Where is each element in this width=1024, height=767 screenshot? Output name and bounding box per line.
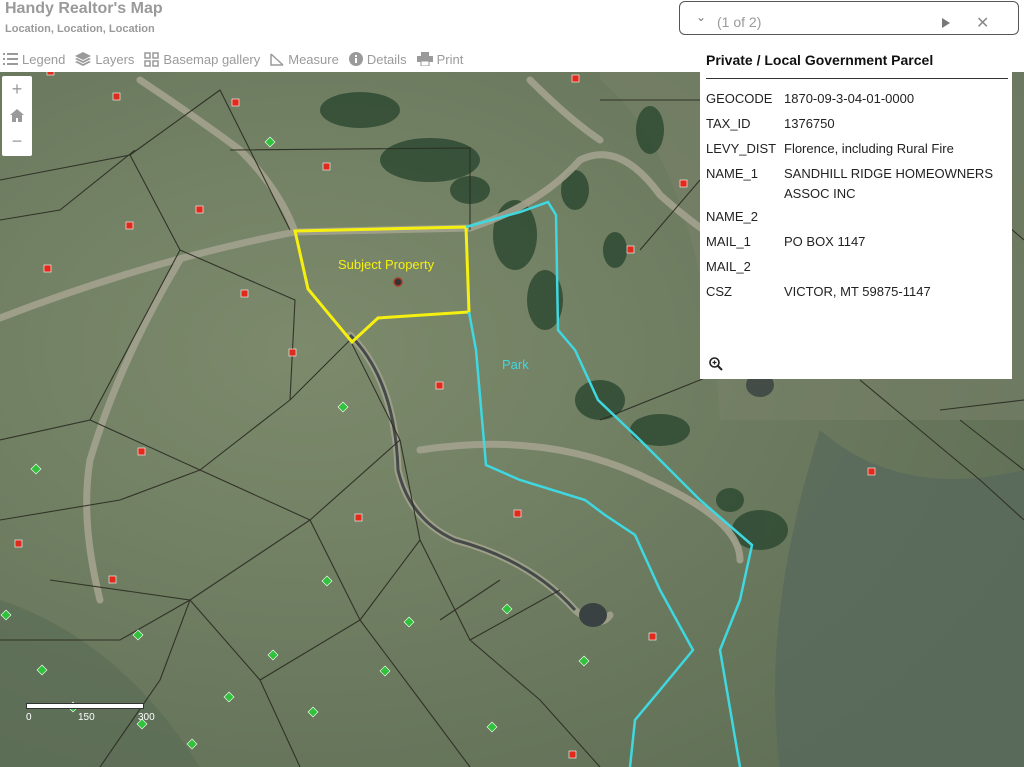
details-label: Details — [366, 51, 407, 67]
zoom-to-button[interactable] — [709, 357, 723, 376]
popup-title: Private / Local Government Parcel — [706, 35, 1008, 79]
zoom-controls: + − — [2, 76, 32, 156]
next-feature-button[interactable] — [942, 15, 950, 33]
basemap-gallery-button[interactable]: Basemap gallery — [144, 52, 260, 67]
home-icon — [10, 108, 24, 122]
info-icon — [348, 52, 363, 66]
legend-button[interactable]: Legend — [3, 52, 65, 67]
attribute-table: GEOCODE 1870-09-3-04-01-0000 TAX_ID 137675… — [706, 86, 1006, 304]
scale-label-0: 0 — [26, 712, 32, 723]
layers-label: Layers — [95, 51, 135, 67]
zoom-in-button[interactable]: + — [2, 76, 32, 102]
scale-bar: 0 150 300 — [26, 703, 155, 724]
home-button[interactable] — [2, 102, 32, 128]
scale-label-300: 300 — [138, 712, 155, 723]
basemap-grid-icon — [144, 51, 160, 67]
scale-label-150: 150 — [78, 712, 95, 723]
measure-button[interactable]: Measure — [270, 52, 339, 67]
attribute-row: MAIL_1 PO BOX 1147 — [706, 234, 866, 249]
measure-icon — [270, 52, 284, 66]
measure-label: Measure — [288, 51, 339, 67]
popup-header: ⌄ (1 of 2) ✕ — [679, 1, 1019, 35]
print-button[interactable]: Print — [416, 51, 464, 67]
layers-icon — [75, 52, 92, 66]
close-popup-button[interactable]: ✕ — [976, 13, 989, 33]
list-icon — [3, 53, 18, 65]
attribute-row: NAME_1 SANDHILL RIDGE HOMEOWNERS ASSOC IN… — [706, 166, 993, 201]
attribute-row: TAX_ID 1376750 — [706, 116, 835, 131]
toolbar: Legend Layers Basemap gallery Measure De… — [3, 50, 473, 68]
attribute-row: MAIL_2 — [706, 259, 751, 274]
print-label: Print — [436, 51, 464, 67]
attribute-row: NAME_2 — [706, 209, 759, 224]
popup-feature-count: (1 of 2) — [717, 14, 762, 30]
app-title: Handy Realtor's Map — [5, 0, 163, 17]
legend-label: Legend — [22, 51, 66, 67]
attribute-row: LEVY_DIST Florence, including Rural Fire — [706, 141, 954, 156]
subject-property-label: Subject Property — [338, 257, 435, 272]
popup-collapse-icon[interactable]: ⌄ — [696, 10, 706, 24]
app-subtitle: Location, Location, Location — [5, 23, 155, 35]
details-button[interactable]: Details — [348, 51, 407, 67]
popup-body: Private / Local Government Parcel GEOCOD… — [700, 35, 1012, 379]
zoom-to-magnifier-icon — [709, 357, 723, 371]
attribute-row: GEOCODE 1870-09-3-04-01-0000 — [706, 91, 915, 106]
zoom-out-button[interactable]: − — [2, 128, 32, 154]
layers-button[interactable]: Layers — [75, 52, 134, 67]
printer-icon — [416, 52, 433, 66]
attribute-row: CSZ VICTOR, MT 59875-1147 — [706, 284, 931, 299]
park-label: Park — [502, 357, 529, 372]
play-next-icon — [942, 18, 950, 28]
basemap-label: Basemap gallery — [163, 51, 261, 67]
